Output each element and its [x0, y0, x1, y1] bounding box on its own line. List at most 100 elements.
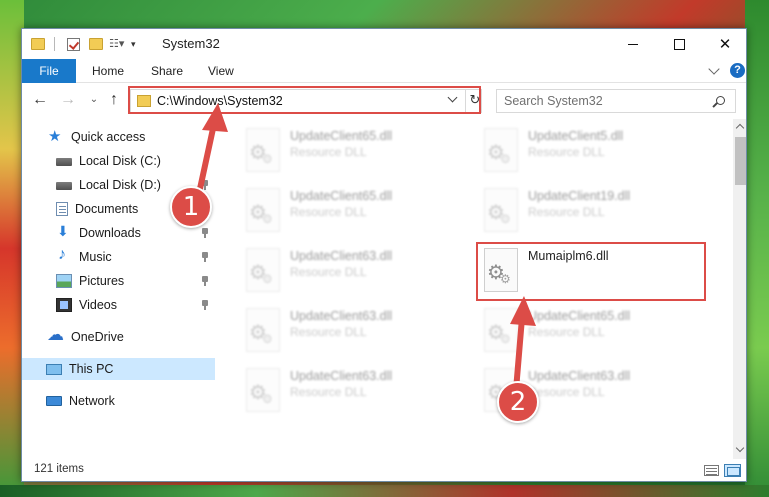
file-type: Resource DLL — [290, 265, 367, 279]
minimize-button[interactable] — [610, 29, 656, 59]
recent-locations-chevron-icon[interactable]: ⌄ — [84, 90, 104, 110]
toolbar-divider — [54, 37, 55, 51]
properties-check-icon[interactable] — [67, 37, 80, 51]
sidebar-item-label: Documents — [75, 202, 139, 216]
sidebar-item-onedrive[interactable]: OneDrive — [22, 325, 215, 348]
pin-icon[interactable] — [201, 300, 209, 310]
up-arrow-icon[interactable]: ↑ — [104, 90, 124, 110]
sidebar-item-videos[interactable]: Videos — [22, 294, 215, 316]
music-note-icon — [56, 246, 72, 264]
forward-arrow-icon[interactable]: → — [58, 90, 78, 110]
sidebar-item-network[interactable]: Network — [22, 390, 215, 412]
file-type: Resource DLL — [290, 325, 367, 339]
ribbon-tabs: File Home Share View ? — [22, 59, 746, 83]
scroll-down-arrow-icon[interactable] — [735, 443, 745, 453]
cloud-icon — [47, 325, 64, 345]
customize-toolbar-icon[interactable]: ☷▾ — [109, 37, 127, 51]
quick-access-toolbar: ☷▾ ▾ — [31, 36, 136, 52]
sidebar-item-label: This PC — [69, 362, 114, 376]
sidebar-item-label: Local Disk (C:) — [79, 154, 161, 168]
sidebar-item-this-pc[interactable]: This PC — [22, 358, 215, 380]
close-button[interactable]: ✕ — [702, 29, 746, 59]
documents-icon — [56, 202, 68, 216]
search-placeholder: Search System32 — [504, 94, 603, 108]
expand-ribbon-chevron-icon[interactable] — [708, 63, 720, 75]
file-tile[interactable]: UpdateClient63.dll Resource DLL — [222, 368, 450, 420]
file-name: UpdateClient65.dll — [290, 189, 393, 203]
file-type: Resource DLL — [528, 205, 605, 219]
search-input[interactable]: Search System32 — [496, 89, 736, 113]
tab-home[interactable]: Home — [92, 59, 124, 83]
file-name: UpdateClient63.dll — [290, 369, 393, 383]
dll-file-icon — [246, 248, 280, 292]
dll-file-icon — [246, 368, 280, 412]
file-type: Resource DLL — [290, 145, 367, 159]
file-type: Resource DLL — [290, 385, 367, 399]
maximize-button[interactable] — [656, 29, 702, 59]
new-folder-icon[interactable] — [89, 38, 103, 50]
file-name: UpdateClient63.dll — [528, 369, 631, 383]
file-tile[interactable]: UpdateClient63.dll Resource DLL — [460, 368, 688, 420]
sidebar-item-music[interactable]: Music — [22, 246, 215, 268]
large-icons-view-icon[interactable] — [724, 464, 741, 477]
file-tile[interactable]: UpdateClient63.dll Resource DLL — [222, 248, 450, 300]
sidebar-item-label: Network — [69, 394, 115, 408]
status-bar: 121 items — [22, 459, 746, 481]
file-name: UpdateClient19.dll — [528, 189, 631, 203]
star-icon — [48, 127, 64, 145]
sidebar-item-label: Pictures — [79, 274, 125, 288]
file-name: UpdateClient65.dll — [290, 129, 393, 143]
file-name: UpdateClient65.dll — [528, 309, 631, 323]
sidebar-item-label: Music — [79, 250, 112, 264]
file-tile[interactable]: UpdateClient65.dll Resource DLL — [460, 308, 688, 360]
desktop-background-right — [745, 0, 769, 497]
sidebar-item-label: OneDrive — [71, 330, 124, 344]
download-icon — [56, 223, 72, 240]
step-1-callout: 1 — [170, 186, 212, 228]
pin-icon[interactable] — [201, 276, 209, 286]
file-name: UpdateClient5.dll — [528, 129, 624, 143]
file-tile[interactable]: UpdateClient65.dll Resource DLL — [222, 188, 450, 240]
file-tile[interactable]: UpdateClient65.dll Resource DLL — [222, 128, 450, 180]
sidebar-item-quick-access[interactable]: Quick access — [22, 126, 215, 148]
computer-icon — [46, 363, 62, 375]
toolbar-dropdown-icon[interactable]: ▾ — [131, 39, 136, 50]
dll-file-icon — [246, 188, 280, 232]
network-icon — [46, 396, 62, 406]
file-type: Resource DLL — [528, 385, 605, 399]
tab-view[interactable]: View — [208, 59, 234, 83]
pin-icon[interactable] — [201, 252, 209, 262]
step-2-callout: 2 — [497, 381, 539, 423]
sidebar-item-label: Quick access — [71, 130, 146, 144]
search-icon[interactable] — [716, 96, 725, 105]
dll-file-icon — [484, 128, 518, 172]
sidebar-item-local-disk-c[interactable]: Local Disk (C:) — [22, 150, 215, 172]
drive-icon — [56, 158, 72, 166]
scrollbar-thumb[interactable] — [735, 137, 746, 185]
file-tile[interactable]: UpdateClient19.dll Resource DLL — [460, 188, 688, 240]
file-tile[interactable]: UpdateClient5.dll Resource DLL — [460, 128, 688, 180]
dll-file-icon — [246, 128, 280, 172]
file-name: UpdateClient63.dll — [290, 249, 393, 263]
title-bar: ☷▾ ▾ System32 ✕ — [22, 29, 746, 59]
dll-file-icon — [484, 308, 518, 352]
sidebar-item-label: Videos — [79, 298, 117, 312]
sidebar-item-label: Local Disk (D:) — [79, 178, 161, 192]
file-type: Resource DLL — [528, 145, 605, 159]
tab-file[interactable]: File — [22, 59, 76, 83]
sidebar-item-pictures[interactable]: Pictures — [22, 270, 215, 292]
scroll-up-arrow-icon[interactable] — [735, 123, 745, 133]
file-tile[interactable]: UpdateClient63.dll Resource DLL — [222, 308, 450, 360]
window-title: System32 — [162, 36, 220, 51]
pin-icon[interactable] — [201, 228, 209, 238]
dll-file-icon — [246, 308, 280, 352]
navigation-pane: Quick access Local Disk (C:) Local Disk … — [22, 124, 215, 456]
item-count: 121 items — [34, 463, 84, 475]
folder-icon[interactable] — [31, 38, 45, 50]
details-view-icon[interactable] — [704, 465, 719, 476]
tab-share[interactable]: Share — [151, 59, 183, 83]
back-arrow-icon[interactable]: ← — [30, 90, 50, 110]
desktop-background-bottom — [0, 485, 769, 497]
help-icon[interactable]: ? — [730, 63, 745, 78]
vertical-scrollbar[interactable] — [733, 119, 746, 459]
